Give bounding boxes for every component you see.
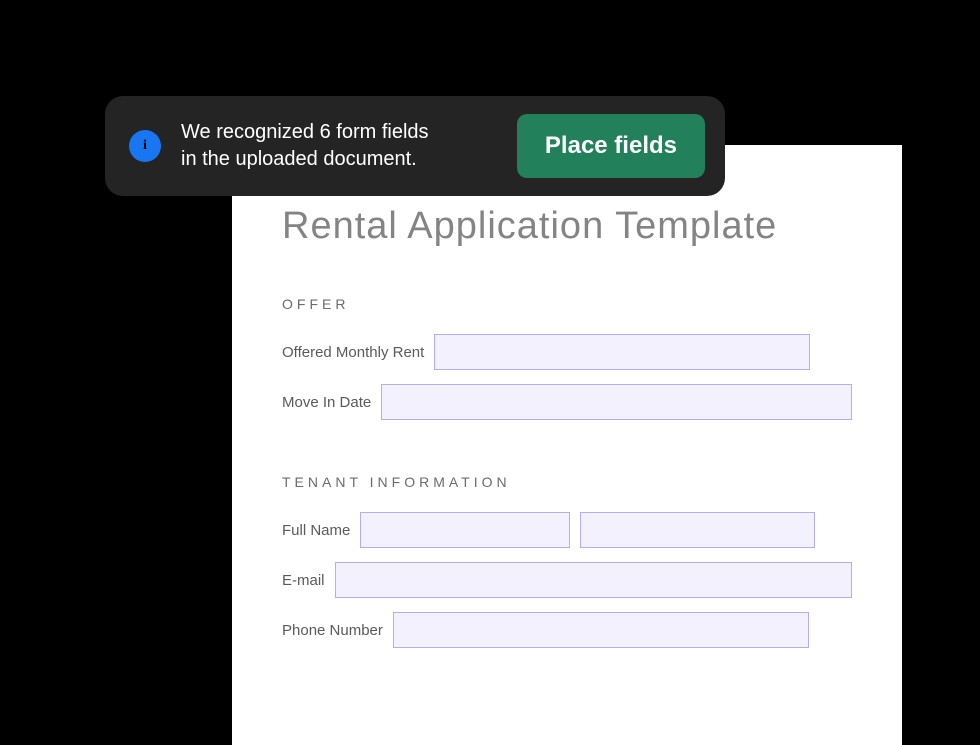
info-icon: i [129,130,161,162]
section-heading-tenant: TENANT INFORMATION [282,474,852,490]
section-heading-offer: OFFER [282,296,852,312]
toast-line1: We recognized 6 form fields [181,121,429,143]
form-row-phone: Phone Number [282,612,852,648]
form-row-movein: Move In Date [282,384,852,420]
firstname-input[interactable] [360,512,570,548]
movein-input[interactable] [381,384,852,420]
rent-input[interactable] [434,334,810,370]
phone-input[interactable] [393,612,809,648]
rent-label: Offered Monthly Rent [282,344,424,361]
recognition-toast: i We recognized 6 form fields in the upl… [105,96,725,196]
info-glyph: i [143,138,147,154]
document-title: Rental Application Template [282,205,852,248]
form-row-email: E-mail [282,562,852,598]
form-row-rent: Offered Monthly Rent [282,334,852,370]
movein-label: Move In Date [282,394,371,411]
document-page: Rental Application Template OFFER Offere… [232,145,902,745]
fullname-label: Full Name [282,522,350,539]
email-label: E-mail [282,572,325,589]
form-row-fullname: Full Name [282,512,852,548]
place-fields-button[interactable]: Place fields [517,114,705,178]
email-input[interactable] [335,562,852,598]
lastname-input[interactable] [580,512,815,548]
toast-line2: in the uploaded document. [181,148,417,170]
phone-label: Phone Number [282,622,383,639]
toast-message: We recognized 6 form fields in the uploa… [181,119,497,173]
